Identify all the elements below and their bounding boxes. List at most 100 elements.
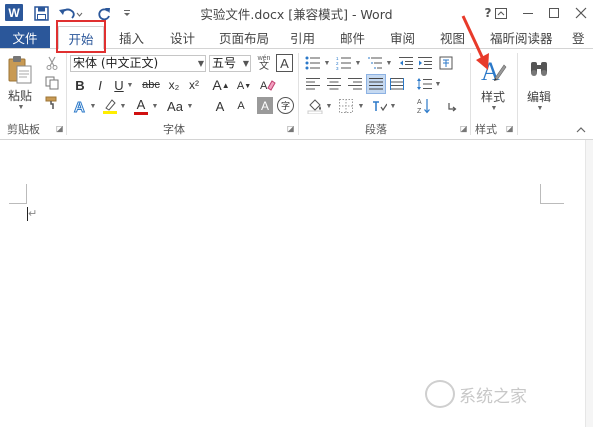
underline-dropdown-icon[interactable]: ▼ bbox=[126, 81, 134, 89]
align-left-icon[interactable] bbox=[305, 76, 321, 92]
align-center-icon[interactable] bbox=[326, 76, 342, 92]
clipboard-group-label: 剪贴板 bbox=[7, 123, 40, 136]
enclose-characters-icon[interactable]: 字 bbox=[277, 97, 294, 114]
character-shading-icon[interactable]: A bbox=[257, 97, 273, 114]
tab-view[interactable]: 视图 bbox=[440, 26, 465, 48]
word-logo-icon[interactable]: W bbox=[5, 4, 23, 21]
borders-dropdown-icon[interactable]: ▼ bbox=[357, 102, 365, 110]
highlight-color-icon[interactable] bbox=[101, 97, 119, 115]
chinese-typography-icon[interactable] bbox=[370, 97, 388, 114]
minimize-icon[interactable] bbox=[521, 3, 535, 23]
styles-group-label: 样式 bbox=[475, 123, 497, 136]
tab-file[interactable]: 文件 bbox=[0, 26, 50, 48]
increase-indent-icon[interactable] bbox=[417, 55, 433, 71]
styles-launcher-icon[interactable]: ◪ bbox=[506, 125, 514, 133]
show-formatting-marks-icon[interactable] bbox=[444, 96, 460, 115]
align-right-icon[interactable] bbox=[347, 76, 363, 92]
tab-home[interactable]: 开始 bbox=[58, 26, 104, 49]
underline-button[interactable]: U bbox=[112, 77, 126, 93]
tab-insert[interactable]: 插入 bbox=[119, 26, 144, 48]
clipboard-launcher-icon[interactable]: ◪ bbox=[56, 125, 64, 133]
chevron-down-icon: ▼ bbox=[242, 59, 249, 68]
subscript-button[interactable]: x₂ bbox=[166, 77, 182, 93]
font-color-icon[interactable]: A bbox=[133, 96, 149, 116]
styles-label[interactable]: 样式 bbox=[481, 88, 505, 105]
maximize-icon[interactable] bbox=[547, 3, 561, 23]
chinese-typography-dropdown-icon[interactable]: ▼ bbox=[389, 102, 397, 110]
undo-icon[interactable] bbox=[58, 3, 84, 23]
svg-text:A: A bbox=[260, 80, 268, 92]
customize-quick-access-icon[interactable] bbox=[120, 3, 134, 23]
help-button[interactable]: ? bbox=[481, 3, 495, 23]
numbering-dropdown-icon[interactable]: ▼ bbox=[354, 59, 362, 67]
bold-button[interactable]: B bbox=[73, 77, 87, 93]
shading-dropdown-icon[interactable]: ▼ bbox=[325, 102, 333, 110]
tab-references[interactable]: 引用 bbox=[290, 26, 315, 48]
bullets-dropdown-icon[interactable]: ▼ bbox=[323, 59, 331, 67]
tab-review[interactable]: 审阅 bbox=[390, 26, 415, 48]
chinese-layout-icon[interactable] bbox=[438, 55, 454, 71]
text-effects-dropdown-icon[interactable]: ▼ bbox=[89, 102, 97, 110]
ribbon-display-options-icon[interactable] bbox=[494, 3, 508, 23]
line-spacing-icon[interactable] bbox=[415, 75, 433, 93]
styles-dropdown-icon[interactable]: ▼ bbox=[489, 104, 499, 112]
multilevel-dropdown-icon[interactable]: ▼ bbox=[385, 59, 393, 67]
highlight-dropdown-icon[interactable]: ▼ bbox=[119, 102, 127, 110]
vertical-scrollbar[interactable] bbox=[585, 140, 593, 427]
phonetic-guide-icon[interactable]: wén 文 bbox=[255, 54, 273, 72]
paste-label[interactable]: 粘贴 bbox=[8, 87, 32, 104]
decrease-indent-icon[interactable] bbox=[398, 55, 414, 71]
watermark-logo-icon bbox=[425, 380, 455, 408]
line-spacing-dropdown-icon[interactable]: ▼ bbox=[434, 80, 442, 88]
paste-dropdown-icon[interactable]: ▼ bbox=[16, 103, 26, 111]
distributed-icon[interactable] bbox=[389, 76, 405, 92]
cut-icon[interactable] bbox=[44, 55, 60, 71]
shrink-font-alt-button[interactable]: A bbox=[233, 98, 249, 114]
tab-design[interactable]: 设计 bbox=[170, 26, 195, 48]
group-divider bbox=[66, 53, 67, 135]
strikethrough-button[interactable]: abc bbox=[140, 77, 162, 93]
tab-foxit-reader[interactable]: 福昕阅读器 bbox=[490, 26, 553, 48]
font-size-select[interactable]: 五号 ▼ bbox=[209, 55, 251, 72]
multilevel-list-icon[interactable] bbox=[366, 55, 384, 71]
superscript-button[interactable]: x² bbox=[186, 77, 202, 93]
svg-text:3: 3 bbox=[336, 66, 339, 70]
collapse-ribbon-icon[interactable] bbox=[575, 125, 587, 135]
tab-sign-in[interactable]: 登 bbox=[572, 26, 585, 48]
close-icon[interactable] bbox=[573, 3, 589, 23]
text-effects-icon[interactable]: A bbox=[71, 97, 89, 115]
grow-font-alt-button[interactable]: A bbox=[212, 97, 228, 115]
borders-icon[interactable] bbox=[337, 97, 355, 114]
bullets-icon[interactable] bbox=[304, 55, 322, 71]
tab-mailings[interactable]: 邮件 bbox=[340, 26, 365, 48]
justify-icon[interactable] bbox=[366, 74, 386, 94]
svg-text:A: A bbox=[417, 99, 422, 106]
clear-formatting-icon[interactable]: A bbox=[259, 77, 277, 93]
shading-icon[interactable] bbox=[306, 97, 324, 114]
font-launcher-icon[interactable]: ◪ bbox=[287, 125, 295, 133]
shrink-font-button[interactable]: A ▼ bbox=[235, 78, 253, 94]
sort-icon[interactable]: A Z bbox=[416, 96, 432, 115]
redo-icon[interactable] bbox=[94, 3, 114, 23]
italic-button[interactable]: I bbox=[93, 77, 107, 93]
crop-mark-top-right bbox=[540, 184, 564, 204]
tab-page-layout[interactable]: 页面布局 bbox=[219, 26, 269, 48]
find-icon[interactable] bbox=[527, 55, 551, 83]
numbering-icon[interactable]: 1 2 3 bbox=[335, 55, 353, 71]
svg-text:A: A bbox=[74, 99, 85, 114]
paste-icon[interactable] bbox=[6, 55, 34, 85]
character-border-icon[interactable]: A bbox=[276, 54, 293, 72]
font-name-select[interactable]: 宋体 (中文正文) ▼ bbox=[70, 55, 206, 72]
change-case-dropdown-icon[interactable]: ▼ bbox=[186, 102, 194, 110]
grow-font-button[interactable]: A ▲ bbox=[212, 77, 230, 93]
font-color-dropdown-icon[interactable]: ▼ bbox=[151, 102, 159, 110]
editing-label[interactable]: 编辑 bbox=[527, 88, 551, 105]
paragraph-launcher-icon[interactable]: ◪ bbox=[460, 125, 468, 133]
styles-icon[interactable]: A bbox=[478, 55, 508, 87]
change-case-button[interactable]: Aa bbox=[165, 97, 185, 115]
copy-icon[interactable] bbox=[44, 75, 60, 91]
format-painter-icon[interactable] bbox=[44, 95, 60, 111]
editing-dropdown-icon[interactable]: ▼ bbox=[535, 104, 545, 112]
save-icon[interactable] bbox=[32, 3, 50, 23]
watermark-text: 系统之家 bbox=[459, 386, 527, 407]
